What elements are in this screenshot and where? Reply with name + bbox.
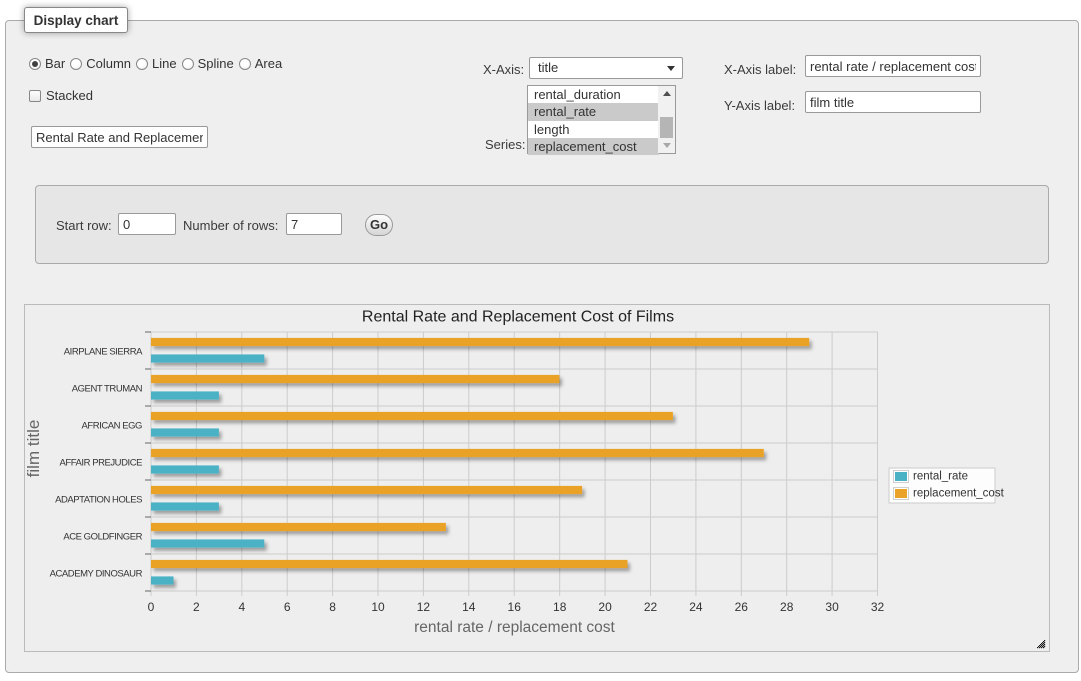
svg-text:20: 20 bbox=[598, 600, 612, 614]
svg-text:28: 28 bbox=[780, 600, 794, 614]
svg-text:8: 8 bbox=[329, 600, 336, 614]
svg-text:AIRPLANE SIERRA: AIRPLANE SIERRA bbox=[64, 347, 143, 358]
svg-text:ACADEMY DINOSAUR: ACADEMY DINOSAUR bbox=[50, 569, 143, 580]
svg-text:film title: film title bbox=[25, 420, 43, 478]
svg-text:Rental Rate and Replacement Co: Rental Rate and Replacement Cost of Film… bbox=[362, 309, 674, 326]
svg-text:ACE GOLDFINGER: ACE GOLDFINGER bbox=[63, 532, 142, 543]
svg-text:rental rate / replacement cost: rental rate / replacement cost bbox=[414, 619, 615, 636]
svg-text:6: 6 bbox=[284, 600, 291, 614]
svg-text:AGENT TRUMAN: AGENT TRUMAN bbox=[72, 384, 143, 395]
svg-text:18: 18 bbox=[553, 600, 567, 614]
svg-text:4: 4 bbox=[238, 600, 245, 614]
svg-text:14: 14 bbox=[462, 600, 476, 614]
svg-text:16: 16 bbox=[508, 600, 522, 614]
svg-text:rental_rate: rental_rate bbox=[913, 471, 968, 483]
svg-text:12: 12 bbox=[417, 600, 431, 614]
svg-text:30: 30 bbox=[825, 600, 839, 614]
svg-text:AFFAIR PREJUDICE: AFFAIR PREJUDICE bbox=[59, 458, 142, 469]
svg-text:26: 26 bbox=[735, 600, 749, 614]
svg-text:32: 32 bbox=[871, 600, 885, 614]
svg-text:AFRICAN EGG: AFRICAN EGG bbox=[81, 421, 142, 432]
svg-text:replacement_cost: replacement_cost bbox=[913, 488, 1005, 500]
svg-text:10: 10 bbox=[371, 600, 385, 614]
svg-text:2: 2 bbox=[193, 600, 200, 614]
svg-text:0: 0 bbox=[148, 600, 155, 614]
svg-text:24: 24 bbox=[689, 600, 703, 614]
svg-text:ADAPTATION HOLES: ADAPTATION HOLES bbox=[55, 495, 142, 506]
svg-text:22: 22 bbox=[644, 600, 658, 614]
